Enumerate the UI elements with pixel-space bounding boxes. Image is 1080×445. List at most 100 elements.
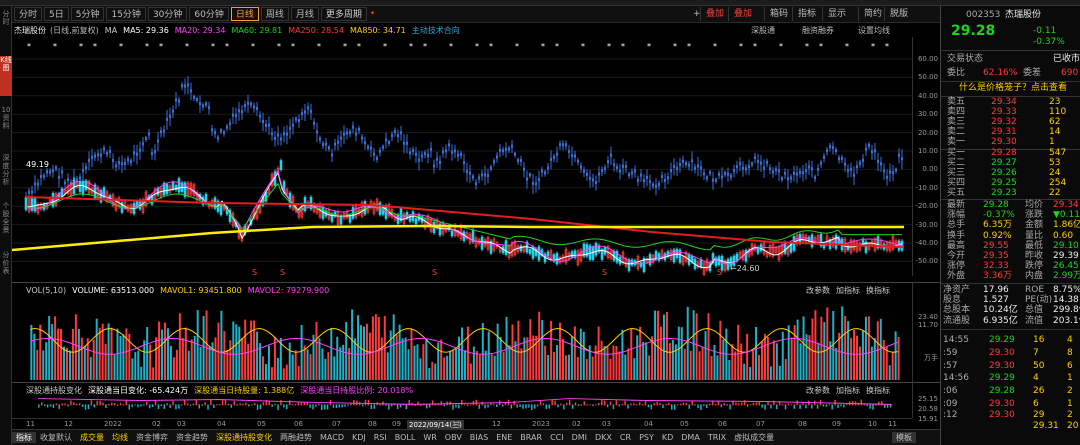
- indicator-tab-8[interactable]: MACD: [316, 433, 348, 442]
- vol-ctrl-0[interactable]: 改参数: [806, 285, 830, 296]
- period-tab-3[interactable]: 15分钟: [106, 7, 146, 21]
- indicator-tab-2[interactable]: 成交量: [76, 432, 108, 443]
- indicator-tab-0[interactable]: 指标: [12, 432, 36, 443]
- toolbar-shortcut[interactable]: 脱版: [884, 7, 913, 21]
- period-tab-7[interactable]: 周线: [260, 7, 289, 21]
- candle-body: [60, 188, 64, 198]
- period-tab-6[interactable]: 日线: [230, 7, 259, 21]
- overlay-label[interactable]: 主动技术合向: [412, 25, 460, 36]
- vol-ctrl-1[interactable]: 加指标: [836, 285, 860, 296]
- ca-bar: [571, 404, 574, 409]
- volume-chart[interactable]: [12, 282, 912, 382]
- ca-bar: [388, 404, 390, 410]
- ca-ctrl-0[interactable]: 改参数: [806, 385, 830, 396]
- star-mark: *: [739, 42, 743, 51]
- blue-candle-body: [562, 143, 564, 147]
- blue-candle-body: [115, 164, 117, 168]
- bid-label: 买五: [947, 188, 966, 198]
- kline-chart[interactable]: * * * * * * * * * * * * * * * * * * * * * * * * * * * * * * * * * * * * * * * *…: [12, 37, 912, 276]
- vol-bar: [371, 316, 374, 381]
- toolbar-stack_overlay[interactable]: 叠加: [728, 7, 757, 21]
- period-tab-4[interactable]: 30分钟: [147, 7, 188, 21]
- ca-bar: [224, 399, 227, 406]
- shenzhen-connect-btn[interactable]: 深股通: [751, 25, 775, 36]
- ca-bar: [787, 403, 790, 406]
- date-label: 05: [680, 420, 689, 428]
- indicator-tab-26[interactable]: 模板: [892, 432, 916, 443]
- indicator-tab-10[interactable]: RSI: [370, 433, 391, 442]
- indicator-tab-14[interactable]: BIAS: [466, 433, 492, 442]
- blue-candle-body: [391, 134, 393, 138]
- indicator-tab-24[interactable]: TRIX: [704, 433, 730, 442]
- side-tab-5[interactable]: 分价表: [0, 251, 12, 281]
- side-tab-4[interactable]: 个股全景: [0, 202, 12, 242]
- vol-bar: [897, 337, 900, 381]
- indicator-tab-7[interactable]: 两融趋势: [276, 432, 316, 443]
- ca-ctrl-2[interactable]: 换指标: [866, 385, 890, 396]
- vol-bar: [327, 352, 330, 381]
- indicator-tab-3[interactable]: 均线: [108, 432, 132, 443]
- blue-candle-body: [55, 166, 57, 170]
- ca-bar: [531, 404, 533, 411]
- indicator-tab-16[interactable]: BRAR: [516, 433, 546, 442]
- blue-candle-body: [61, 170, 63, 174]
- toolbar-indicators[interactable]: 指标: [792, 7, 821, 21]
- ma20-label: MA20: 29.34: [174, 25, 226, 35]
- vol-bar: [77, 328, 80, 381]
- vol-bar: [606, 346, 609, 381]
- indicator-tab-22[interactable]: KD: [658, 433, 677, 442]
- candle-body: [654, 251, 658, 260]
- indicator-tab-11[interactable]: BOLL: [391, 433, 420, 442]
- ca-bar: [370, 404, 373, 409]
- more-period-btn[interactable]: 更多周期: [320, 7, 367, 21]
- vol-bar: [802, 316, 805, 381]
- indicator-tab-6[interactable]: 深股通持股变化: [212, 432, 276, 443]
- indicator-tab-23[interactable]: DMA: [677, 433, 704, 442]
- ca-ctrl-1[interactable]: 加指标: [836, 385, 860, 396]
- toolbar-notes[interactable]: 简约: [858, 7, 887, 21]
- vol-bar: [410, 328, 413, 381]
- indicator-tab-13[interactable]: OBV: [441, 433, 466, 442]
- indicator-tab-21[interactable]: PSY: [635, 433, 658, 442]
- indicator-tab-12[interactable]: WR: [419, 433, 440, 442]
- vol-bar: [434, 363, 437, 381]
- vol-ctrl-2[interactable]: 换指标: [866, 285, 890, 296]
- ma-settings-btn[interactable]: 设置均线: [858, 25, 890, 36]
- indicator-tab-15[interactable]: ENE: [492, 433, 516, 442]
- indicator-tab-5[interactable]: 资金趋势: [172, 432, 212, 443]
- link-row[interactable]: 什么是价格笼子？点击查看: [941, 83, 1080, 94]
- period-tab-5[interactable]: 60分钟: [189, 7, 229, 21]
- indicator-tab-19[interactable]: DKX: [591, 433, 616, 442]
- indicator-tab-18[interactable]: DMI: [568, 433, 591, 442]
- ca-bar: [659, 402, 661, 406]
- connect-holding-chart[interactable]: [12, 382, 912, 418]
- side-tab-3[interactable]: 深度分析: [0, 154, 12, 194]
- blue-candle-body: [223, 131, 225, 135]
- indicator-tab-9[interactable]: KDJ: [348, 433, 370, 442]
- indicator-tab-1[interactable]: 收复默认: [36, 432, 76, 443]
- period-tab-8[interactable]: 月线: [290, 7, 319, 21]
- indicator-tab-17[interactable]: CCI: [546, 433, 568, 442]
- side-tab-1[interactable]: K线图: [0, 56, 12, 96]
- side-tab-2[interactable]: 10资料: [0, 106, 12, 136]
- blue-candle-body: [283, 132, 285, 136]
- blue-candle-body: [208, 106, 210, 110]
- vol-bar: [119, 335, 122, 381]
- vol-bar: [214, 337, 217, 381]
- blue-candle-body: [298, 118, 300, 122]
- blue-candle-body: [406, 141, 408, 145]
- period-tab-1[interactable]: 5日: [44, 7, 69, 21]
- tick-cnt: 4: [1067, 335, 1073, 345]
- indicator-tab-20[interactable]: CR: [616, 433, 635, 442]
- side-tab-0[interactable]: 分时: [0, 10, 12, 40]
- toolbar-display[interactable]: 显示: [822, 7, 851, 21]
- period-tab-2[interactable]: 5分钟: [70, 7, 105, 21]
- ca-bar: [218, 404, 221, 406]
- period-tab-0[interactable]: 分时: [14, 7, 43, 21]
- toolbar-overlay[interactable]: 叠加: [700, 7, 729, 21]
- indicator-tab-4[interactable]: 资金博弈: [132, 432, 172, 443]
- margin-trading-btn[interactable]: 融资融券: [802, 25, 834, 36]
- blue-candle-body: [259, 114, 261, 118]
- toolbar-info[interactable]: 箱码: [764, 7, 793, 21]
- indicator-tab-25[interactable]: 虚拟成交量: [730, 432, 778, 443]
